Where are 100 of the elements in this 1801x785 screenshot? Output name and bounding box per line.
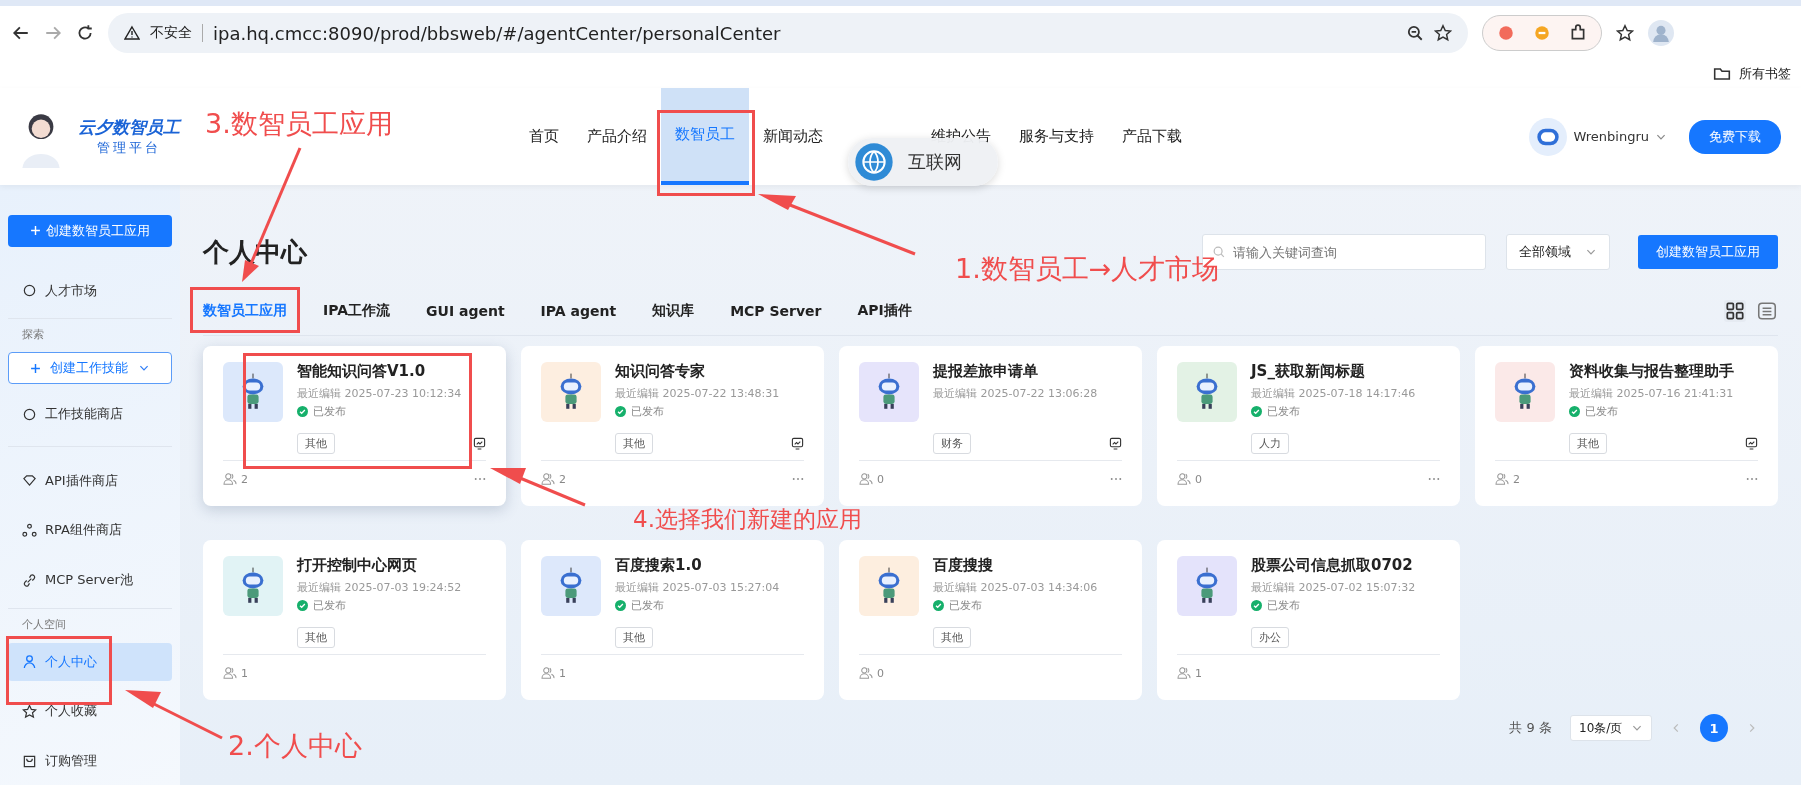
category-tag: 其他 — [933, 627, 971, 648]
create-app-button[interactable]: 创建数智员工应用 — [8, 215, 172, 247]
more-icon[interactable] — [792, 477, 804, 481]
list-view-icon[interactable] — [1756, 300, 1778, 322]
logo-title: 云夕数智员工 — [78, 116, 180, 139]
bookmarks-label[interactable]: 所有书签 — [1739, 65, 1791, 83]
nav-link[interactable]: 产品介绍 — [573, 88, 661, 185]
app-title: 打开控制中心网页 — [297, 556, 418, 575]
bookmark-star-icon[interactable] — [1616, 24, 1634, 42]
warning-icon — [124, 25, 140, 41]
app-card[interactable]: 资料收集与报告整理助手 最近编辑 2025-07-16 21:41:31 已发布 其他 2 — [1475, 346, 1778, 506]
nav-link[interactable]: 首页 — [515, 88, 573, 185]
tab[interactable]: 知识库 — [634, 302, 713, 320]
sidebar-item[interactable]: API插件商店 — [8, 461, 172, 500]
page-size-select[interactable]: 10条/页 — [1570, 715, 1652, 741]
app-card[interactable]: 股票公司信息抓取0702 最近编辑 2025-07-02 15:07:32 已发布 办公 1 — [1157, 540, 1460, 700]
category-tag: 其他 — [297, 433, 335, 454]
users-icon — [859, 667, 873, 679]
tooltip-text: 互联网 — [908, 150, 962, 174]
tab[interactable]: IPA工作流 — [305, 302, 409, 320]
edit-time: 最近编辑 2025-07-22 13:48:31 — [615, 386, 781, 401]
app-card[interactable]: JS_获取新闻标题 最近编辑 2025-07-18 14:17:46 已发布 人力 0 — [1157, 346, 1460, 506]
user-count: 1 — [559, 666, 566, 680]
tab[interactable]: GUI agent — [408, 303, 523, 319]
sidebar-item[interactable]: RPA组件商店 — [8, 511, 172, 550]
app-title: 股票公司信息抓取0702 — [1251, 556, 1414, 575]
status-text: 已发布 — [313, 598, 346, 613]
edit-time: 最近编辑 2025-07-03 19:24:52 — [297, 580, 463, 595]
check-circle-icon — [615, 406, 626, 417]
app-card[interactable]: 智能知识问答V1.0 最近编辑 2025-07-23 10:12:34 已发布 其他 2 — [203, 346, 506, 506]
sidebar-item[interactable]: 人才市场 — [8, 271, 172, 310]
category-tag: 其他 — [615, 433, 653, 454]
zoom-icon[interactable] — [1406, 24, 1424, 42]
globe-icon — [854, 142, 894, 182]
more-icon[interactable] — [474, 477, 486, 481]
nav-link[interactable]: 产品下载 — [1108, 88, 1196, 185]
grid-view-icon[interactable] — [1724, 300, 1746, 322]
user-name[interactable]: Wrenbingru — [1573, 129, 1649, 144]
users-icon — [1177, 473, 1191, 485]
category-tag: 人力 — [1251, 433, 1289, 454]
star-icon[interactable] — [1434, 24, 1452, 42]
check-circle-icon — [1251, 406, 1262, 417]
back-icon[interactable] — [12, 24, 30, 42]
sidebar-item[interactable]: 个人收藏 — [8, 692, 172, 731]
extension-icon[interactable] — [1497, 24, 1515, 42]
folder-icon[interactable] — [1713, 65, 1731, 83]
check-circle-icon — [297, 406, 308, 417]
create-app-button[interactable]: 创建数智员工应用 — [1638, 235, 1778, 269]
domain-select[interactable]: 全部领域 — [1506, 234, 1610, 270]
app-title: JS_获取新闻标题 — [1251, 362, 1366, 381]
download-button[interactable]: 免费下载 — [1689, 119, 1781, 154]
user-count: 0 — [877, 666, 884, 680]
sidebar-item[interactable]: MCP Server池 — [8, 561, 172, 599]
edit-time: 最近编辑 2025-07-22 13:06:28 — [933, 386, 1099, 401]
users-icon — [223, 473, 237, 485]
check-circle-icon — [933, 600, 944, 611]
category-tag: 办公 — [1251, 627, 1289, 648]
monitor-icon[interactable] — [1745, 437, 1758, 450]
reload-icon[interactable] — [76, 24, 94, 42]
more-icon[interactable] — [1428, 477, 1440, 481]
robot-avatar[interactable] — [1529, 117, 1568, 156]
edit-time: 最近编辑 2025-07-18 14:17:46 — [1251, 386, 1417, 401]
app-card[interactable]: 百度搜搜 最近编辑 2025-07-03 14:34:06 已发布 其他 0 — [839, 540, 1142, 700]
app-title: 提报差旅申请单 — [933, 362, 1039, 381]
tab[interactable]: MCP Server — [712, 303, 840, 319]
monitor-icon[interactable] — [1109, 437, 1122, 450]
create-skill-button[interactable]: 创建工作技能 — [8, 352, 172, 385]
sidebar-item[interactable]: 工作技能商店 — [8, 395, 172, 433]
monitor-icon[interactable] — [791, 437, 804, 450]
more-icon[interactable] — [1746, 477, 1758, 481]
app-card[interactable]: 百度搜索1.0 最近编辑 2025-07-03 15:27:04 已发布 其他 1 — [521, 540, 824, 700]
edit-time: 最近编辑 2025-07-16 21:41:31 — [1569, 386, 1735, 401]
user-count: 2 — [241, 472, 248, 486]
app-title: 知识问答专家 — [615, 362, 706, 381]
category-tag: 其他 — [615, 627, 653, 648]
tab[interactable]: API插件 — [839, 302, 930, 320]
sidebar-item[interactable]: 订购管理 — [8, 742, 172, 780]
status-text: 已发布 — [949, 598, 982, 613]
puzzle-icon[interactable] — [1569, 24, 1587, 42]
status-text: 已发布 — [1585, 404, 1618, 419]
monitor-icon[interactable] — [473, 437, 486, 450]
status-text: 已发布 — [631, 598, 664, 613]
app-card[interactable]: 打开控制中心网页 最近编辑 2025-07-03 19:24:52 已发布 其他 1 — [203, 540, 506, 700]
page-button[interactable]: 1 — [1700, 714, 1728, 742]
user-count: 0 — [877, 472, 884, 486]
annotation-text: 3.数智员工应用 — [205, 107, 393, 141]
more-icon[interactable] — [1110, 477, 1122, 481]
address-bar[interactable]: 不安全 ipa.hq.cmcc:8090/prod/bbsweb/#/agentCenter/personalCenter — [108, 13, 1468, 53]
nav-link[interactable]: 新闻动态 — [749, 88, 837, 185]
app-card[interactable]: 知识问答专家 最近编辑 2025-07-22 13:48:31 已发布 其他 2 — [521, 346, 824, 506]
app-card[interactable]: 提报差旅申请单 最近编辑 2025-07-22 13:06:28 财务 0 — [839, 346, 1142, 506]
total-count: 共 9 条 — [1509, 719, 1552, 737]
nav-link[interactable]: 服务与支持 — [1005, 88, 1108, 185]
tab[interactable]: 数智员工应用 — [203, 302, 305, 320]
edit-time: 最近编辑 2025-07-03 15:27:04 — [615, 580, 781, 595]
user-count: 0 — [1195, 472, 1202, 486]
status-text: 已发布 — [631, 404, 664, 419]
tab[interactable]: IPA agent — [522, 303, 635, 319]
annotation-text: 2.个人中心 — [228, 729, 362, 763]
security-label: 不安全 — [150, 24, 203, 42]
